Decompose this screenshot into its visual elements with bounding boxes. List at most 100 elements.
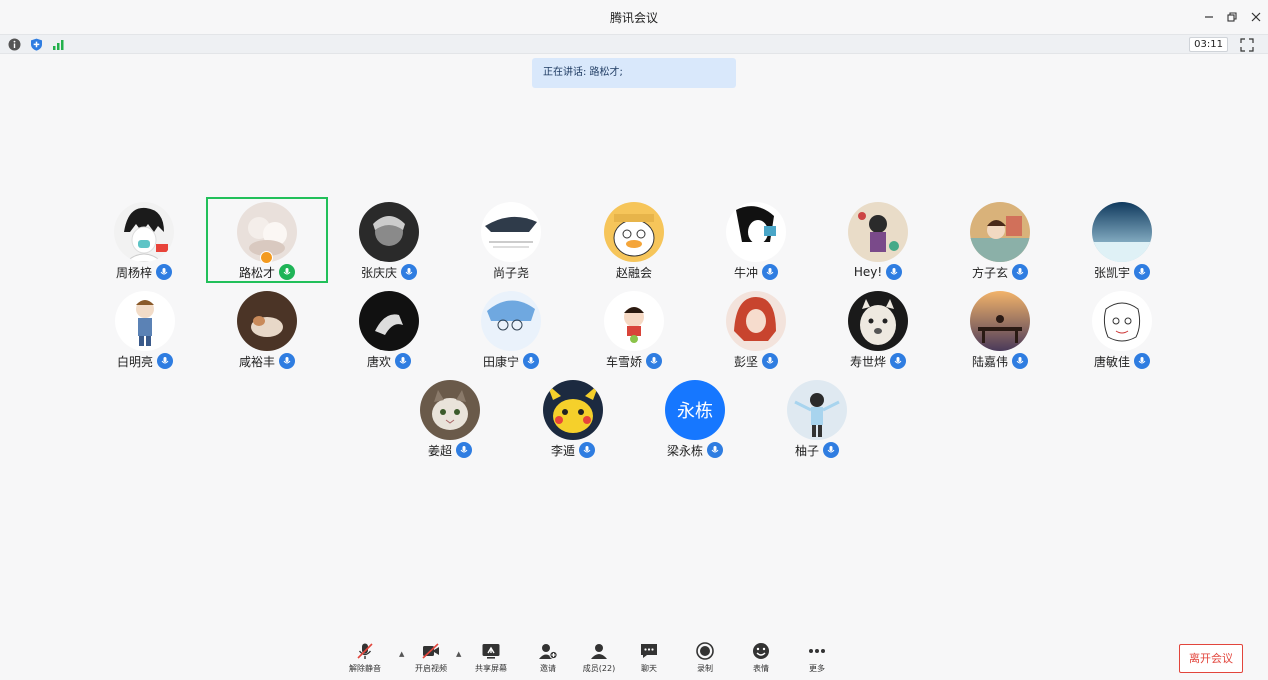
avatar	[604, 291, 664, 351]
microphone-icon[interactable]	[401, 264, 417, 280]
participant-tile[interactable]: 尚子尧	[450, 202, 572, 288]
microphone-icon[interactable]	[456, 442, 472, 458]
chat-button[interactable]: 聊天	[627, 642, 671, 676]
participant-name: 赵融会	[615, 265, 652, 280]
avatar	[604, 202, 664, 262]
unmute-button[interactable]: 解除静音	[343, 642, 387, 676]
participant-tile[interactable]: 永栋 梁永栋	[634, 380, 756, 466]
microphone-icon[interactable]	[395, 353, 411, 369]
avatar	[848, 202, 908, 262]
participant-name-line: Hey!	[817, 264, 939, 280]
microphone-speaking-icon[interactable]	[279, 264, 295, 280]
more-dots-icon	[809, 649, 825, 653]
chat-icon	[641, 644, 657, 658]
avatar	[726, 202, 786, 262]
video-options-caret-icon[interactable]: ▲	[456, 650, 461, 658]
invite-button[interactable]: 邀请	[526, 642, 570, 676]
audio-options-caret-icon[interactable]: ▲	[399, 650, 404, 658]
members-button[interactable]: 成员(22)	[577, 642, 621, 676]
avatar	[970, 202, 1030, 262]
share-screen-icon	[482, 644, 500, 659]
participant-tile[interactable]: 柚子	[756, 380, 878, 466]
participant-name: 田康宁	[482, 354, 519, 369]
participant-tile[interactable]: 寿世烨	[817, 291, 939, 377]
smiley-icon	[753, 643, 769, 659]
participant-name: 张凯宇	[1093, 265, 1130, 280]
participant-tile[interactable]: 张庆庆	[328, 202, 450, 288]
participant-tile[interactable]: 车雪娇	[573, 291, 695, 377]
share-screen-label: 共享屏幕	[475, 664, 507, 673]
microphone-icon[interactable]	[279, 353, 295, 369]
microphone-muted-icon	[357, 643, 373, 659]
participant-name-line: 陆嘉伟	[939, 353, 1061, 369]
microphone-icon[interactable]	[707, 442, 723, 458]
participant-name: 方子玄	[971, 265, 1008, 280]
microphone-icon[interactable]	[156, 264, 172, 280]
participant-tile[interactable]: 赵融会	[573, 202, 695, 288]
more-button[interactable]: 更多	[795, 642, 839, 676]
participant-name: 张庆庆	[360, 265, 397, 280]
participant-tile[interactable]: Hey!	[817, 202, 939, 288]
microphone-icon[interactable]	[579, 442, 595, 458]
start-video-button[interactable]: 开启视频	[409, 642, 453, 676]
participant-name-line: 周杨梓	[84, 264, 204, 280]
participant-tile[interactable]: 唐敏佳	[1061, 291, 1183, 377]
avatar-initials: 永栋	[665, 380, 725, 440]
participant-name-line: 唐敏佳	[1061, 353, 1183, 369]
reactions-button[interactable]: 表情	[739, 642, 783, 676]
participant-name-line: 田康宁	[450, 353, 572, 369]
participant-tile[interactable]: 张凯宇	[1061, 202, 1183, 288]
chat-label: 聊天	[641, 664, 657, 673]
microphone-icon[interactable]	[1134, 353, 1150, 369]
avatar	[237, 291, 297, 351]
microphone-icon[interactable]	[1134, 264, 1150, 280]
unmute-label: 解除静音	[349, 664, 381, 673]
participant-tile[interactable]: 陆嘉伟	[939, 291, 1061, 377]
microphone-icon[interactable]	[1012, 353, 1028, 369]
participant-name: 李遁	[550, 443, 575, 458]
participant-name-line: 唐欢	[328, 353, 450, 369]
participant-tile[interactable]: 咸裕丰	[206, 291, 328, 377]
avatar	[481, 202, 541, 262]
participant-tile[interactable]: 方子玄	[939, 202, 1061, 288]
microphone-icon[interactable]	[523, 353, 539, 369]
camera-off-icon	[422, 643, 439, 659]
microphone-icon[interactable]	[886, 264, 903, 280]
avatar	[1092, 202, 1152, 262]
host-badge-icon	[260, 251, 273, 264]
microphone-icon[interactable]	[890, 353, 906, 369]
microphone-icon[interactable]	[762, 264, 778, 280]
avatar	[115, 291, 175, 351]
participant-name-line: 尚子尧	[450, 264, 572, 280]
microphone-icon[interactable]	[646, 353, 662, 369]
participant-name: 路松才	[238, 265, 275, 280]
microphone-icon[interactable]	[823, 442, 839, 458]
leave-meeting-button[interactable]: 离开会议	[1179, 644, 1243, 673]
participant-name-line: 寿世烨	[817, 353, 939, 369]
record-icon	[696, 642, 714, 660]
participant-tile[interactable]: 田康宁	[450, 291, 572, 377]
avatar	[543, 380, 603, 440]
record-button[interactable]: 录制	[683, 642, 727, 676]
participant-tile[interactable]: 唐欢	[328, 291, 450, 377]
participant-name: 唐欢	[366, 354, 391, 369]
participant-tile[interactable]: 李遁	[512, 380, 634, 466]
participant-tile[interactable]: 牛冲	[695, 202, 817, 288]
avatar	[1092, 291, 1152, 351]
share-screen-button[interactable]: 共享屏幕	[469, 642, 513, 676]
participant-name: 咸裕丰	[238, 354, 275, 369]
participant-name-line: 白明亮	[84, 353, 206, 369]
participant-name: 彭坚	[733, 354, 758, 369]
microphone-icon[interactable]	[762, 353, 778, 369]
participant-tile[interactable]: 彭坚	[695, 291, 817, 377]
participant-name-line: 车雪娇	[573, 353, 695, 369]
participant-tile[interactable]: 白明亮	[84, 291, 206, 377]
participant-tile-active-speaker[interactable]: 路松才	[206, 197, 328, 283]
participant-name-line: 彭坚	[695, 353, 817, 369]
participant-name: 陆嘉伟	[971, 354, 1008, 369]
microphone-icon[interactable]	[1012, 264, 1028, 280]
participant-tile[interactable]: 姜超	[389, 380, 511, 466]
participant-name-line: 咸裕丰	[206, 353, 328, 369]
participant-name: 姜超	[427, 443, 452, 458]
microphone-icon[interactable]	[157, 353, 173, 369]
